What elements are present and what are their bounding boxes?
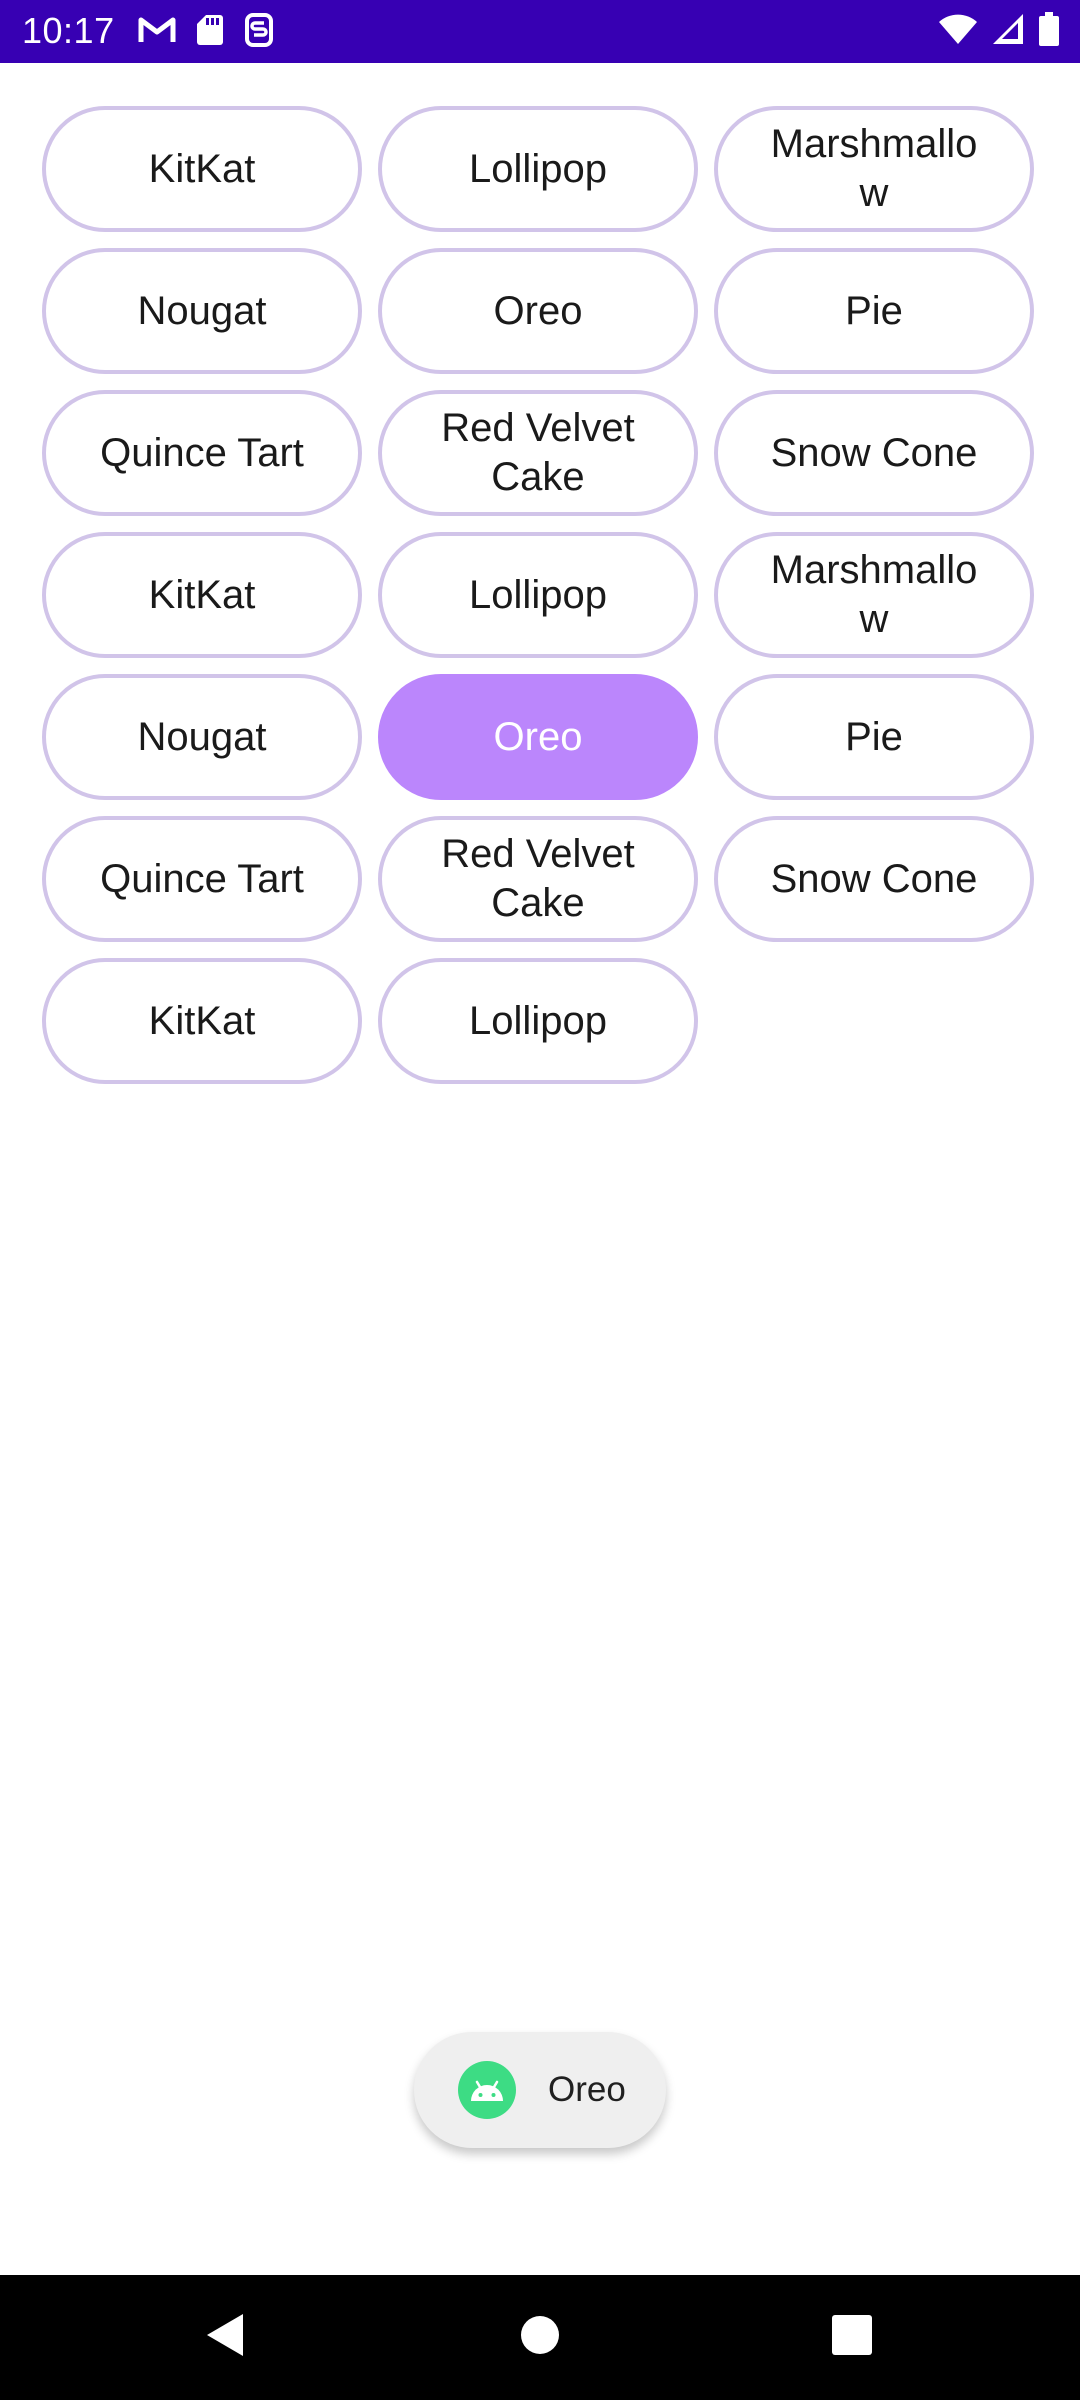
chip-pie[interactable]: Pie bbox=[714, 674, 1034, 800]
chip-lollipop[interactable]: Lollipop bbox=[378, 532, 698, 658]
toast: Oreo bbox=[414, 2032, 666, 2148]
gmail-icon bbox=[138, 15, 176, 50]
cellular-signal-icon bbox=[992, 13, 1024, 50]
chip-pie[interactable]: Pie bbox=[714, 248, 1034, 374]
chip-label: Red Velvet Cake bbox=[441, 832, 635, 925]
chip-kitkat[interactable]: KitKat bbox=[42, 958, 362, 1084]
recents-icon bbox=[831, 2314, 873, 2361]
chip-group: KitKat Lollipop Marshmallow Nougat Oreo … bbox=[42, 106, 1038, 1084]
chip-label: Lollipop bbox=[469, 572, 607, 617]
navigation-bar bbox=[0, 2275, 1080, 2400]
back-button[interactable] bbox=[165, 2275, 285, 2400]
chip-label: Lollipop bbox=[469, 146, 607, 191]
chip-label: KitKat bbox=[148, 998, 256, 1043]
chip-label: Pie bbox=[845, 714, 903, 759]
chip-snow-cone[interactable]: Snow Cone bbox=[714, 390, 1034, 516]
chip-lollipop[interactable]: Lollipop bbox=[378, 106, 698, 232]
chip-oreo-selected[interactable]: Oreo bbox=[378, 674, 698, 800]
chip-label: Quince Tart bbox=[100, 856, 304, 901]
system-icons bbox=[938, 12, 1060, 51]
chip-label: Snow Cone bbox=[770, 856, 978, 901]
chip-marshmallow[interactable]: Marshmallow bbox=[714, 106, 1034, 232]
sync-icon bbox=[244, 13, 274, 52]
recents-button[interactable] bbox=[792, 2275, 912, 2400]
home-button[interactable] bbox=[480, 2275, 600, 2400]
chip-kitkat[interactable]: KitKat bbox=[42, 532, 362, 658]
chip-label: Quince Tart bbox=[100, 430, 304, 475]
wifi-icon bbox=[938, 13, 978, 50]
chip-lollipop[interactable]: Lollipop bbox=[378, 958, 698, 1084]
chip-quince-tart[interactable]: Quince Tart bbox=[42, 816, 362, 942]
sd-card-icon bbox=[196, 14, 224, 51]
status-time: 10:17 bbox=[22, 10, 115, 51]
chip-label: Lollipop bbox=[469, 998, 607, 1043]
chip-label: Snow Cone bbox=[770, 430, 978, 475]
chip-nougat[interactable]: Nougat bbox=[42, 674, 362, 800]
chip-label: Nougat bbox=[137, 714, 267, 759]
chip-oreo[interactable]: Oreo bbox=[378, 248, 698, 374]
chip-label: Pie bbox=[845, 288, 903, 333]
chip-nougat[interactable]: Nougat bbox=[42, 248, 362, 374]
home-icon bbox=[519, 2314, 561, 2361]
chip-marshmallow[interactable]: Marshmallow bbox=[714, 532, 1034, 658]
chip-red-velvet-cake[interactable]: Red Velvet Cake bbox=[378, 390, 698, 516]
chip-label: KitKat bbox=[148, 572, 256, 617]
chip-label: Oreo bbox=[493, 714, 583, 759]
chip-label: KitKat bbox=[148, 146, 256, 191]
chip-quince-tart[interactable]: Quince Tart bbox=[42, 390, 362, 516]
chip-red-velvet-cake[interactable]: Red Velvet Cake bbox=[378, 816, 698, 942]
battery-icon bbox=[1038, 12, 1060, 51]
chip-label: Marshmallow bbox=[770, 122, 978, 215]
android-icon bbox=[458, 2061, 516, 2119]
chip-snow-cone[interactable]: Snow Cone bbox=[714, 816, 1034, 942]
back-icon bbox=[203, 2311, 247, 2364]
chip-label: Marshmallow bbox=[770, 548, 978, 641]
chip-label: Red Velvet Cake bbox=[441, 406, 635, 499]
chip-kitkat[interactable]: KitKat bbox=[42, 106, 362, 232]
toast-message: Oreo bbox=[548, 2070, 626, 2109]
notification-icons bbox=[138, 13, 274, 52]
chip-label: Oreo bbox=[493, 288, 583, 333]
chip-label: Nougat bbox=[137, 288, 267, 333]
status-bar: 10:17 bbox=[0, 0, 1080, 63]
